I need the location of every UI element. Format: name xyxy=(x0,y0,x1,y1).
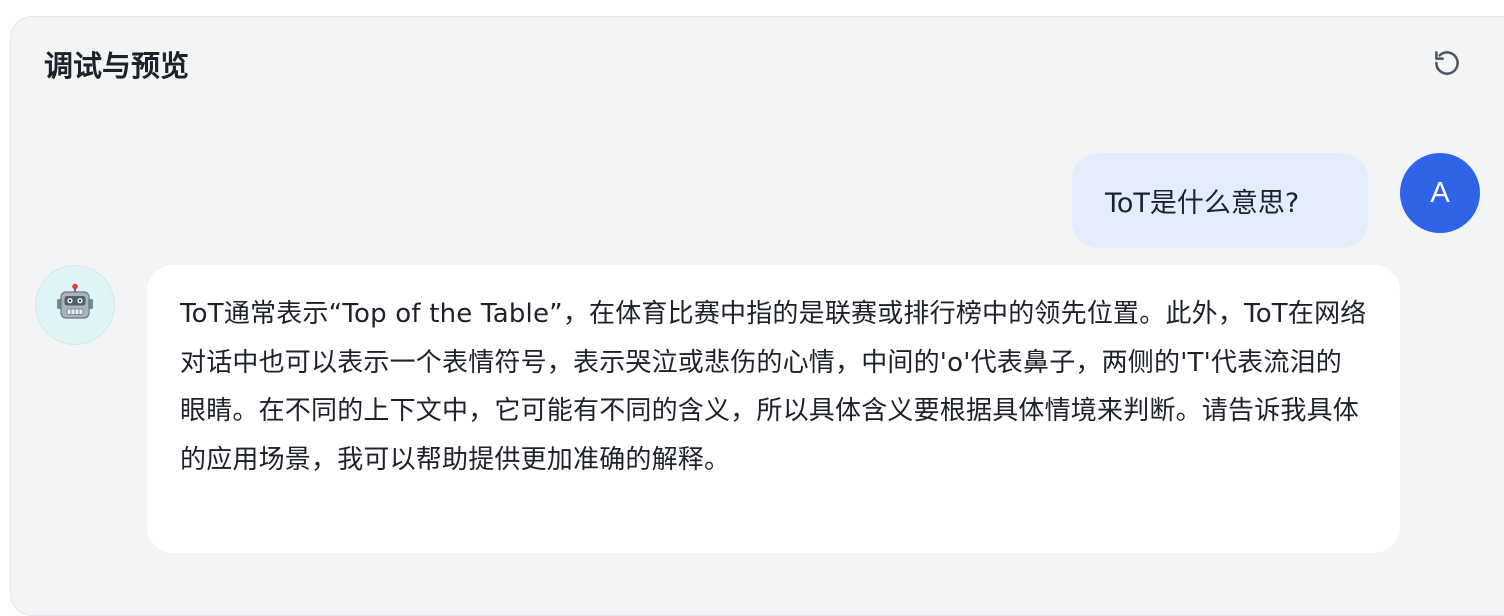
refresh-icon xyxy=(1432,48,1462,82)
user-message-bubble: ToT是什么意思? xyxy=(1072,153,1368,248)
user-avatar: A xyxy=(1400,153,1480,233)
bot-message-text: ToT通常表示“Top of the Table”，在体育比赛中指的是联赛或排行… xyxy=(180,299,1367,475)
robot-icon xyxy=(55,283,95,327)
bot-avatar xyxy=(35,265,115,345)
user-avatar-letter: A xyxy=(1430,176,1450,209)
user-message-text: ToT是什么意思? xyxy=(1105,188,1300,219)
refresh-button[interactable] xyxy=(1430,48,1464,82)
bot-message-bubble: ToT通常表示“Top of the Table”，在体育比赛中指的是联赛或排行… xyxy=(147,265,1400,553)
panel-title: 调试与预览 xyxy=(44,49,190,83)
